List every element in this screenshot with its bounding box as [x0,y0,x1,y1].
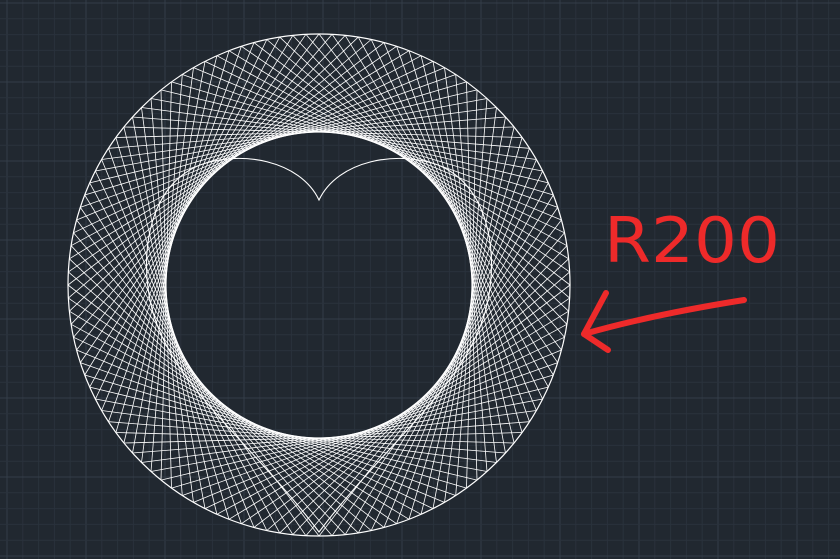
cad-drawing: R200 [0,0,840,559]
radius-label: R200 [604,204,780,277]
radius-annotation: R200 [581,204,780,353]
heart-envelope [145,157,493,533]
leader-arrow-shaft [581,297,747,337]
background-grid [0,0,840,559]
cad-drawing-canvas[interactable]: R200 [0,0,840,559]
leader-arrow-head [581,290,611,353]
